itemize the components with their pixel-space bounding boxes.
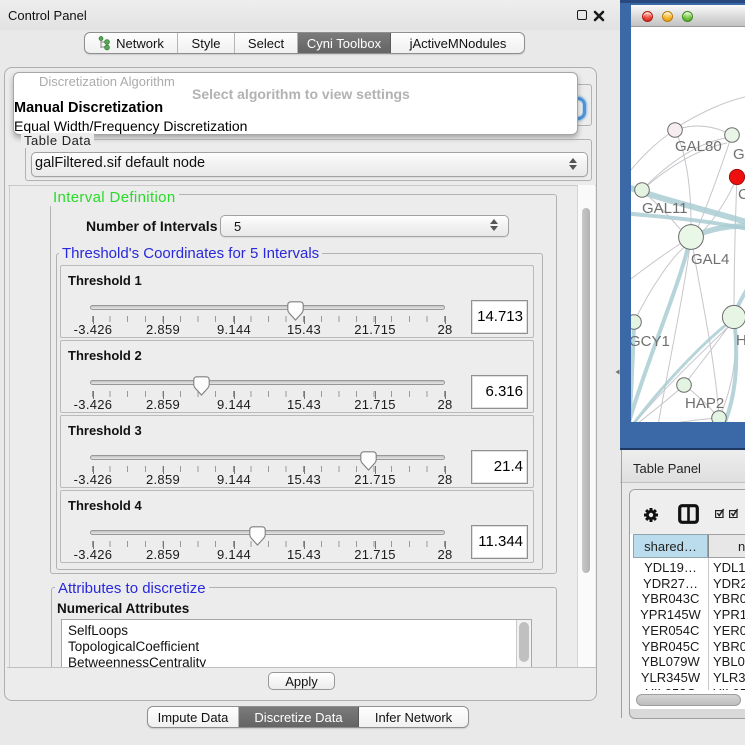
svg-text:GAL80: GAL80 (675, 138, 722, 155)
svg-text:GAL4: GAL4 (691, 251, 729, 268)
svg-text:CRM1: CRM1 (738, 186, 745, 203)
svg-text:GAL11: GAL11 (642, 200, 688, 217)
svg-text:GAL7: GAL7 (733, 146, 745, 163)
svg-text:HIS4: HIS4 (736, 332, 745, 349)
svg-text:HAP2: HAP2 (685, 395, 724, 412)
svg-text:GCY1: GCY1 (631, 333, 670, 350)
